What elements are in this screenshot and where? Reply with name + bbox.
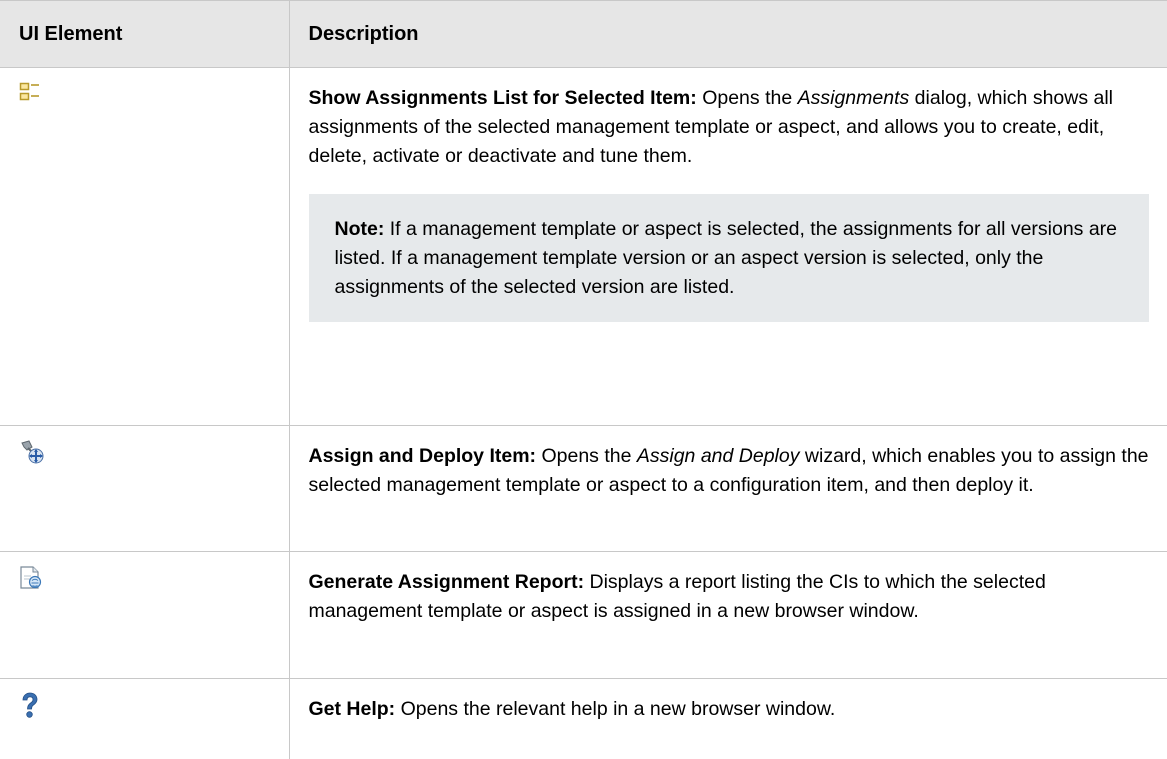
table-row: Show Assignments List for Selected Item:… (0, 67, 1167, 426)
note-label: Note: (334, 218, 385, 240)
row-description: Assign and Deploy Item: Opens the Assign… (309, 442, 1150, 500)
icon-cell (0, 425, 289, 552)
help-icon[interactable] (19, 692, 41, 720)
assignments-list-icon[interactable] (19, 81, 41, 103)
note-text: If a management template or aspect is se… (334, 218, 1118, 298)
row-title: Assign and Deploy Item: (308, 445, 537, 467)
header-description: Description (288, 0, 1167, 68)
table-header-row: UI Element Description (0, 0, 1167, 68)
icon-cell (0, 679, 289, 759)
description-cell: Assign and Deploy Item: Opens the Assign… (288, 425, 1167, 552)
row-description: Get Help: Opens the relevant help in a n… (309, 695, 1150, 724)
wizard-name: Assign and Deploy (636, 445, 800, 467)
dialog-name: Assignments (797, 87, 910, 109)
description-text: Opens the (536, 445, 637, 467)
table-row: Get Help: Opens the relevant help in a n… (0, 678, 1167, 759)
description-cell: Generate Assignment Report: Displays a r… (288, 551, 1167, 679)
description-cell: Get Help: Opens the relevant help in a n… (288, 678, 1167, 759)
row-title: Show Assignments List for Selected Item: (308, 87, 697, 109)
row-description: Generate Assignment Report: Displays a r… (309, 568, 1150, 626)
icon-cell (0, 551, 289, 679)
header-ui-element: UI Element (0, 0, 289, 68)
assignment-report-icon[interactable] (19, 565, 43, 591)
icon-cell (0, 67, 289, 426)
table-row: Assign and Deploy Item: Opens the Assign… (0, 425, 1167, 552)
ui-element-table: UI Element Description Show Assignments … (0, 0, 1167, 759)
note-box: Note: If a management template or aspect… (308, 194, 1149, 322)
description-cell: Show Assignments List for Selected Item:… (288, 67, 1167, 426)
description-text: Opens the relevant help in a new browser… (395, 698, 836, 720)
assign-deploy-icon[interactable] (19, 439, 45, 465)
row-title: Generate Assignment Report: (308, 571, 585, 593)
row-title: Get Help: (308, 698, 396, 720)
row-description: Show Assignments List for Selected Item:… (309, 84, 1150, 171)
table-row: Generate Assignment Report: Displays a r… (0, 551, 1167, 679)
description-text: Opens the (696, 87, 798, 109)
